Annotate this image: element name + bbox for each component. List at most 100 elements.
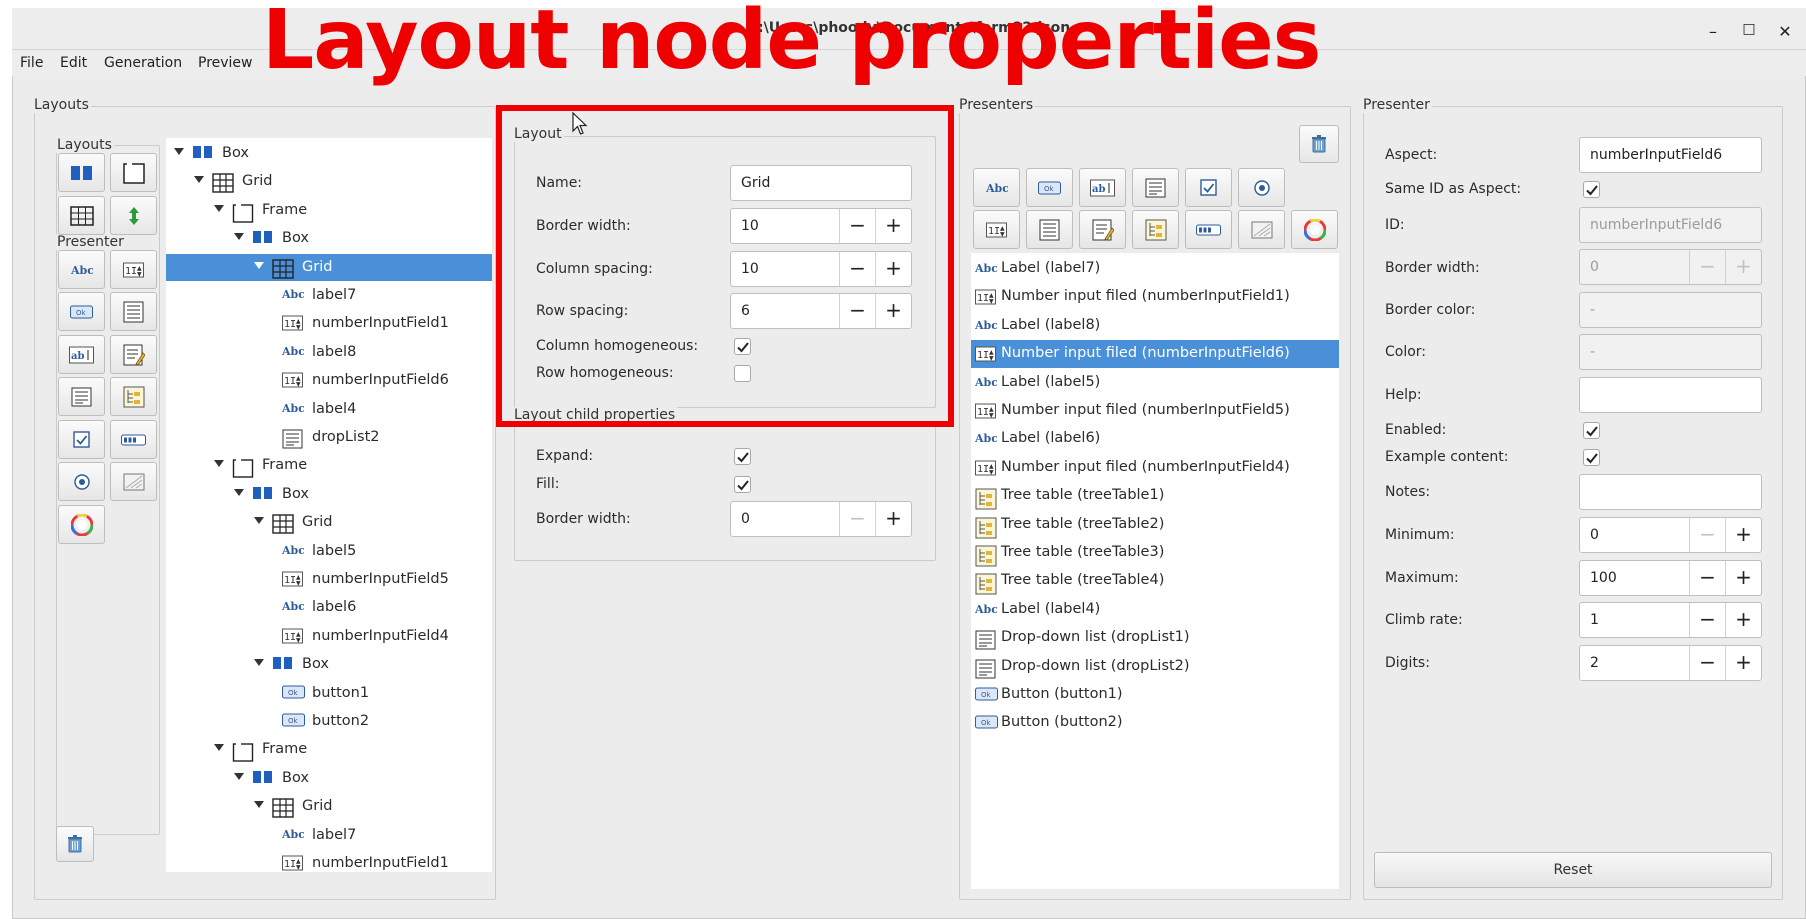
palette-move-arrows-button[interactable] [110, 196, 157, 235]
list-item[interactable]: Drop-down list (dropList1) [971, 624, 1339, 652]
notes-field[interactable] [1579, 474, 1762, 510]
menu-generation[interactable]: Generation [104, 55, 182, 71]
palette-frame-button[interactable] [110, 153, 157, 192]
palette-color-picker-button[interactable] [58, 505, 105, 544]
expand-arrow-icon[interactable] [234, 488, 244, 496]
tree-row[interactable]: Box [166, 765, 492, 792]
palette-box-button[interactable] [58, 153, 105, 192]
list-item[interactable]: Abc Label (label7) [971, 255, 1339, 283]
expand-arrow-icon[interactable] [214, 204, 224, 212]
color-field[interactable]: - [1579, 334, 1762, 370]
pp-border-width-stepper[interactable]: 0 − + [1579, 249, 1762, 285]
tree-row[interactable]: Box [166, 481, 492, 508]
climb-rate-increment[interactable]: + [1725, 603, 1761, 637]
id-field[interactable]: numberInputField6 [1579, 207, 1762, 243]
child-border-width-stepper[interactable]: 0 − + [730, 501, 912, 537]
list-item[interactable]: Tree table (treeTable1) [971, 482, 1339, 510]
border-color-field[interactable]: - [1579, 292, 1762, 328]
list-item[interactable]: Tree table (treeTable4) [971, 567, 1339, 595]
palette-text-field-button[interactable]: ab [58, 335, 105, 374]
tree-row[interactable]: Frame [166, 197, 492, 224]
add-color-picker-presenter-button[interactable] [1291, 210, 1338, 249]
menu-preview[interactable]: Preview [198, 55, 253, 71]
minimum-increment[interactable]: + [1725, 518, 1761, 552]
tree-row[interactable]: Box [166, 651, 492, 678]
add-number-input-presenter-button[interactable]: 1I ▲ ▼ [973, 210, 1020, 249]
digits-decrement[interactable]: − [1689, 646, 1725, 680]
maximum-stepper[interactable]: 100 − + [1579, 560, 1762, 596]
palette-grid-button[interactable] [58, 196, 105, 235]
palette-drop-down-list-button[interactable] [58, 377, 105, 416]
add-tree-table-presenter-button[interactable] [1132, 210, 1179, 249]
expand-arrow-icon[interactable] [254, 517, 264, 525]
list-item[interactable]: 1I ▲ ▼ Number input filed (numberInputField… [971, 283, 1339, 311]
palette-label-button[interactable]: Abc [58, 250, 105, 289]
tree-row[interactable]: 1I ▲ ▼ numberInputField1 [166, 310, 492, 337]
expand-arrow-icon[interactable] [254, 261, 264, 269]
expand-arrow-icon[interactable] [214, 460, 224, 468]
close-button[interactable]: ✕ [1774, 22, 1796, 41]
palette-progress-bar-button[interactable] [110, 420, 157, 459]
expand-arrow-icon[interactable] [214, 744, 224, 752]
example-content-checkbox[interactable] [1583, 449, 1600, 466]
add-label-presenter-button[interactable]: Abc [973, 168, 1020, 207]
tree-row[interactable]: dropList2 [166, 424, 492, 451]
minimize-button[interactable]: – [1702, 22, 1724, 41]
palette-text-area-button[interactable] [110, 335, 157, 374]
tree-row[interactable]: 1I ▲ ▼ numberInputField6 [166, 367, 492, 394]
layout-tree[interactable]: Box Grid Frame Box Grid Abc label7 1I ▲ ▼ numberIn… [166, 138, 492, 872]
tree-row[interactable]: Grid [166, 509, 492, 536]
list-item[interactable]: Abc Label (label8) [971, 312, 1339, 340]
tree-row[interactable]: 1I ▲ ▼ numberInputField1 [166, 850, 492, 872]
palette-image-button[interactable] [110, 462, 157, 501]
add-button-presenter-button[interactable]: Ok [1026, 168, 1073, 207]
palette-tree-table-button[interactable] [110, 377, 157, 416]
menu-file[interactable]: File [20, 55, 43, 71]
palette-button-button[interactable]: Ok [58, 292, 105, 331]
tree-row[interactable]: Abc label8 [166, 339, 492, 366]
enabled-checkbox[interactable] [1583, 422, 1600, 439]
add-progress-bar-presenter-button[interactable] [1185, 210, 1232, 249]
minimum-decrement[interactable]: − [1689, 518, 1725, 552]
expand-arrow-icon[interactable] [234, 772, 244, 780]
minimum-stepper[interactable]: 0 − + [1579, 517, 1762, 553]
tree-row[interactable]: Abc label4 [166, 396, 492, 423]
list-item[interactable]: Tree table (treeTable2) [971, 511, 1339, 539]
list-item[interactable]: Ok Button (button2) [971, 709, 1339, 737]
list-item[interactable]: 1I ▲ ▼ Number input filed (numberInputField… [971, 454, 1339, 482]
pp-border-width-decrement[interactable]: − [1689, 250, 1725, 284]
tree-row[interactable]: Abc label5 [166, 538, 492, 565]
expand-arrow-icon[interactable] [234, 233, 244, 241]
tree-row[interactable]: Abc label7 [166, 282, 492, 309]
list-item[interactable]: Ok Button (button1) [971, 681, 1339, 709]
presenters-list[interactable]: Abc Label (label7) 1I ▲ ▼ Number input filed … [971, 253, 1339, 889]
tree-row[interactable]: Ok button1 [166, 680, 492, 707]
tree-row[interactable]: Frame [166, 736, 492, 763]
tree-row[interactable]: 1I ▲ ▼ numberInputField5 [166, 566, 492, 593]
list-item[interactable]: 1I ▲ ▼ Number input filed (numberInputField… [971, 397, 1339, 425]
maximum-decrement[interactable]: − [1689, 561, 1725, 595]
tree-row[interactable]: 1I ▲ ▼ numberInputField4 [166, 623, 492, 650]
tree-row[interactable]: Box [166, 140, 492, 167]
list-item[interactable]: 1I ▲ ▼ Number input filed (numberInputField… [971, 340, 1339, 369]
delete-layout-button[interactable] [56, 826, 94, 862]
maximize-button[interactable]: □ [1738, 21, 1760, 37]
add-text-field-presenter-button[interactable]: ab [1079, 168, 1126, 207]
tree-row[interactable]: Frame [166, 452, 492, 479]
expand-checkbox[interactable] [734, 448, 751, 465]
same-id-checkbox[interactable] [1583, 181, 1600, 198]
tree-row[interactable]: Grid [166, 793, 492, 820]
add-drop-down-list-presenter-button[interactable] [1132, 168, 1179, 207]
add-list-presenter-button[interactable] [1026, 210, 1073, 249]
fill-checkbox[interactable] [734, 476, 751, 493]
add-checkbox-presenter-button[interactable] [1185, 168, 1232, 207]
palette-radio-button-button[interactable] [58, 462, 105, 501]
child-border-width-decrement[interactable]: − [839, 502, 875, 536]
expand-arrow-icon[interactable] [254, 659, 264, 667]
tree-row[interactable]: Grid [166, 168, 492, 195]
digits-stepper[interactable]: 2 − + [1579, 645, 1762, 681]
climb-rate-decrement[interactable]: − [1689, 603, 1725, 637]
climb-rate-stepper[interactable]: 1 − + [1579, 602, 1762, 638]
add-text-area-presenter-button[interactable] [1079, 210, 1126, 249]
tree-row[interactable]: Ok button2 [166, 708, 492, 735]
